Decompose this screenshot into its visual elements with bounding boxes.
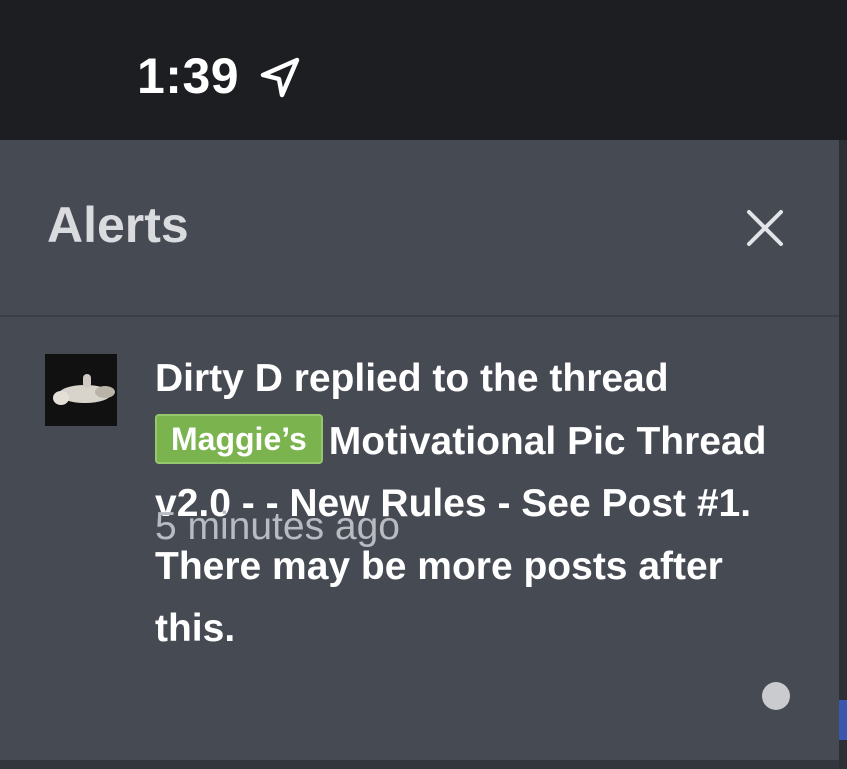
status-time: 1:39: [137, 48, 240, 104]
panel-bottom-border: [0, 760, 839, 769]
alert-action-text: replied to the thread: [282, 357, 669, 400]
alerts-header: Alerts: [0, 140, 839, 317]
unread-indicator[interactable]: [762, 682, 790, 710]
alerts-panel: Alerts Dirty D replied to the thread Mag…: [0, 140, 839, 760]
alert-item[interactable]: Dirty D replied to the thread Maggie’s Mo…: [0, 317, 839, 760]
avatar[interactable]: [45, 354, 117, 426]
avatar-image: [45, 354, 117, 426]
alert-timestamp: 5 minutes ago: [155, 505, 400, 548]
thread-prefix-badge[interactable]: Maggie’s: [155, 413, 323, 464]
username-link[interactable]: Dirty D: [155, 357, 283, 400]
background-page-mark: [839, 700, 847, 740]
phone-screen: 1:39 Alerts Dirty D replied to the threa…: [0, 0, 847, 769]
close-icon[interactable]: [739, 202, 791, 254]
background-page-edge: [839, 140, 847, 769]
alerts-title: Alerts: [47, 197, 189, 253]
status-bar: 1:39: [0, 0, 847, 140]
location-arrow-icon: [260, 57, 300, 98]
